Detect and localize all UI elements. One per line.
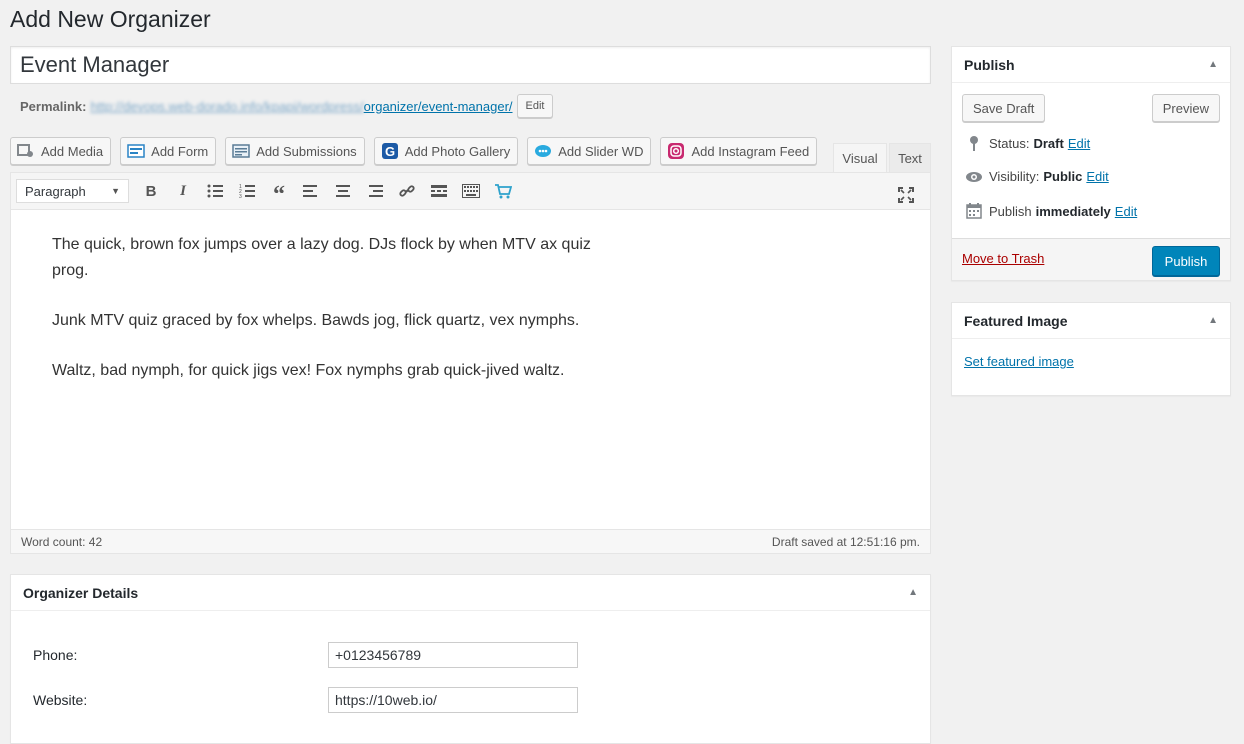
publish-title: Publish	[964, 56, 1015, 73]
add-media-label: Add Media	[41, 143, 104, 159]
add-form-label: Add Form	[151, 143, 209, 159]
editor-status-bar: Word count: 42 Draft saved at 12:51:16 p…	[11, 529, 930, 553]
editor-toolbar: Paragraph ▼ B I 123 “	[11, 173, 930, 210]
svg-text:3: 3	[239, 194, 242, 198]
align-right-icon[interactable]	[359, 177, 391, 205]
add-photo-gallery-label: Add Photo Gallery	[404, 143, 511, 159]
move-to-trash-link[interactable]: Move to Trash	[962, 251, 1044, 266]
status-value: Draft	[1033, 135, 1064, 151]
publish-actions: Move to Trash Publish	[952, 238, 1230, 280]
align-left-icon[interactable]	[295, 177, 327, 205]
permalink-slug[interactable]: organizer/event-manager/	[364, 99, 513, 114]
bullet-list-icon[interactable]	[199, 177, 231, 205]
format-select-value: Paragraph	[25, 183, 86, 199]
set-featured-image-link[interactable]: Set featured image	[964, 354, 1074, 369]
permalink-edit-button[interactable]: Edit	[516, 94, 554, 118]
instagram-icon	[667, 142, 685, 160]
calendar-icon	[964, 203, 984, 219]
paragraph-3: Waltz, bad nymph, for quick jigs vex! Fo…	[52, 362, 565, 379]
paragraph-1: The quick, brown fox jumps over a lazy d…	[52, 236, 591, 279]
content-editor: Paragraph ▼ B I 123 “ The quick, brown f…	[10, 172, 931, 554]
visibility-value: Public	[1043, 169, 1083, 184]
status-label: Status:	[989, 135, 1030, 151]
organizer-details-header[interactable]: Organizer Details ▲	[11, 575, 930, 611]
publish-header[interactable]: Publish ▲	[952, 47, 1230, 83]
collapse-arrow-icon[interactable]: ▲	[1208, 59, 1218, 70]
add-instagram-feed-label: Add Instagram Feed	[691, 143, 810, 159]
featured-image-box: Featured Image ▲ Set featured image	[951, 302, 1231, 396]
cart-icon[interactable]	[487, 177, 519, 205]
visibility-line: Visibility: Public Edit	[964, 169, 1109, 184]
save-draft-button[interactable]: Save Draft	[962, 94, 1046, 122]
tab-visual[interactable]: Visual	[833, 143, 887, 172]
add-slider-wd-label: Add Slider WD	[558, 143, 644, 159]
publish-schedule-value: immediately	[1035, 203, 1111, 219]
eye-icon	[964, 171, 984, 183]
align-center-icon[interactable]	[327, 177, 359, 205]
pin-icon	[964, 135, 984, 151]
tab-text[interactable]: Text	[889, 143, 931, 172]
word-count: Word count: 42	[21, 534, 103, 549]
website-input[interactable]: https://10web.io/	[328, 687, 578, 713]
post-title-input[interactable]: Event Manager	[10, 46, 931, 84]
collapse-arrow-icon[interactable]: ▲	[1208, 315, 1218, 326]
featured-image-header[interactable]: Featured Image ▲	[952, 303, 1230, 339]
media-icon	[17, 142, 35, 160]
featured-image-title: Featured Image	[964, 312, 1068, 329]
add-submissions-label: Add Submissions	[256, 143, 357, 159]
add-instagram-feed-button[interactable]: Add Instagram Feed	[660, 137, 818, 165]
submissions-icon	[232, 142, 250, 160]
website-label: Website:	[33, 692, 88, 708]
read-more-icon[interactable]	[423, 177, 455, 205]
visibility-label: Visibility:	[989, 169, 1040, 184]
add-submissions-button[interactable]: Add Submissions	[225, 137, 365, 165]
paragraph-2: Junk MTV quiz graced by fox whelps. Bawd…	[52, 312, 580, 329]
keyboard-icon[interactable]	[455, 177, 487, 205]
phone-label: Phone:	[33, 647, 78, 663]
website-row: Website: https://10web.io/	[33, 687, 578, 713]
draft-saved-status: Draft saved at 12:51:16 pm.	[771, 534, 920, 549]
blockquote-icon[interactable]: “	[263, 177, 295, 207]
status-line: Status: Draft Edit	[964, 135, 1090, 151]
svg-text:G: G	[385, 144, 395, 159]
add-photo-gallery-button[interactable]: G Add Photo Gallery	[373, 137, 519, 165]
schedule-line: Publish immediately Edit	[964, 203, 1137, 219]
media-buttons: Add Media Add Form Add Submissions G Add…	[10, 137, 826, 165]
add-form-button[interactable]: Add Form	[120, 137, 217, 165]
add-media-button[interactable]: Add Media	[10, 137, 112, 165]
status-edit-link[interactable]: Edit	[1068, 136, 1090, 151]
form-icon	[127, 142, 145, 160]
slider-icon	[534, 142, 552, 160]
chevron-down-icon: ▼	[111, 186, 120, 196]
permalink-label: Permalink:	[20, 98, 87, 114]
format-select[interactable]: Paragraph ▼	[16, 179, 129, 203]
publish-label: Publish	[989, 203, 1032, 219]
bold-icon[interactable]: B	[135, 177, 167, 205]
gallery-icon: G	[381, 142, 399, 160]
preview-button[interactable]: Preview	[1151, 94, 1220, 122]
visibility-edit-link[interactable]: Edit	[1086, 169, 1108, 184]
numbered-list-icon[interactable]: 123	[231, 177, 263, 205]
permalink-base[interactable]: http://devops.web-dorado.info/kpapi/word…	[90, 99, 363, 114]
organizer-details-title: Organizer Details	[23, 584, 139, 601]
editor-content[interactable]: The quick, brown fox jumps over a lazy d…	[11, 210, 930, 530]
permalink: Permalink: http://devops.web-dorado.info…	[20, 94, 554, 118]
page-title: Add New Organizer	[10, 6, 211, 32]
collapse-arrow-icon[interactable]: ▲	[908, 587, 918, 598]
add-slider-wd-button[interactable]: Add Slider WD	[527, 137, 652, 165]
publish-button[interactable]: Publish	[1152, 246, 1220, 276]
publish-box: Publish ▲ Save Draft Preview Status: Dra…	[951, 46, 1231, 281]
fullscreen-icon[interactable]	[890, 181, 922, 209]
italic-icon[interactable]: I	[167, 177, 199, 205]
link-icon[interactable]	[391, 177, 423, 205]
phone-row: Phone: +0123456789	[33, 642, 578, 668]
phone-input[interactable]: +0123456789	[328, 642, 578, 668]
schedule-edit-link[interactable]: Edit	[1115, 204, 1137, 219]
organizer-details-box: Organizer Details ▲ Phone: +0123456789 W…	[10, 574, 931, 744]
